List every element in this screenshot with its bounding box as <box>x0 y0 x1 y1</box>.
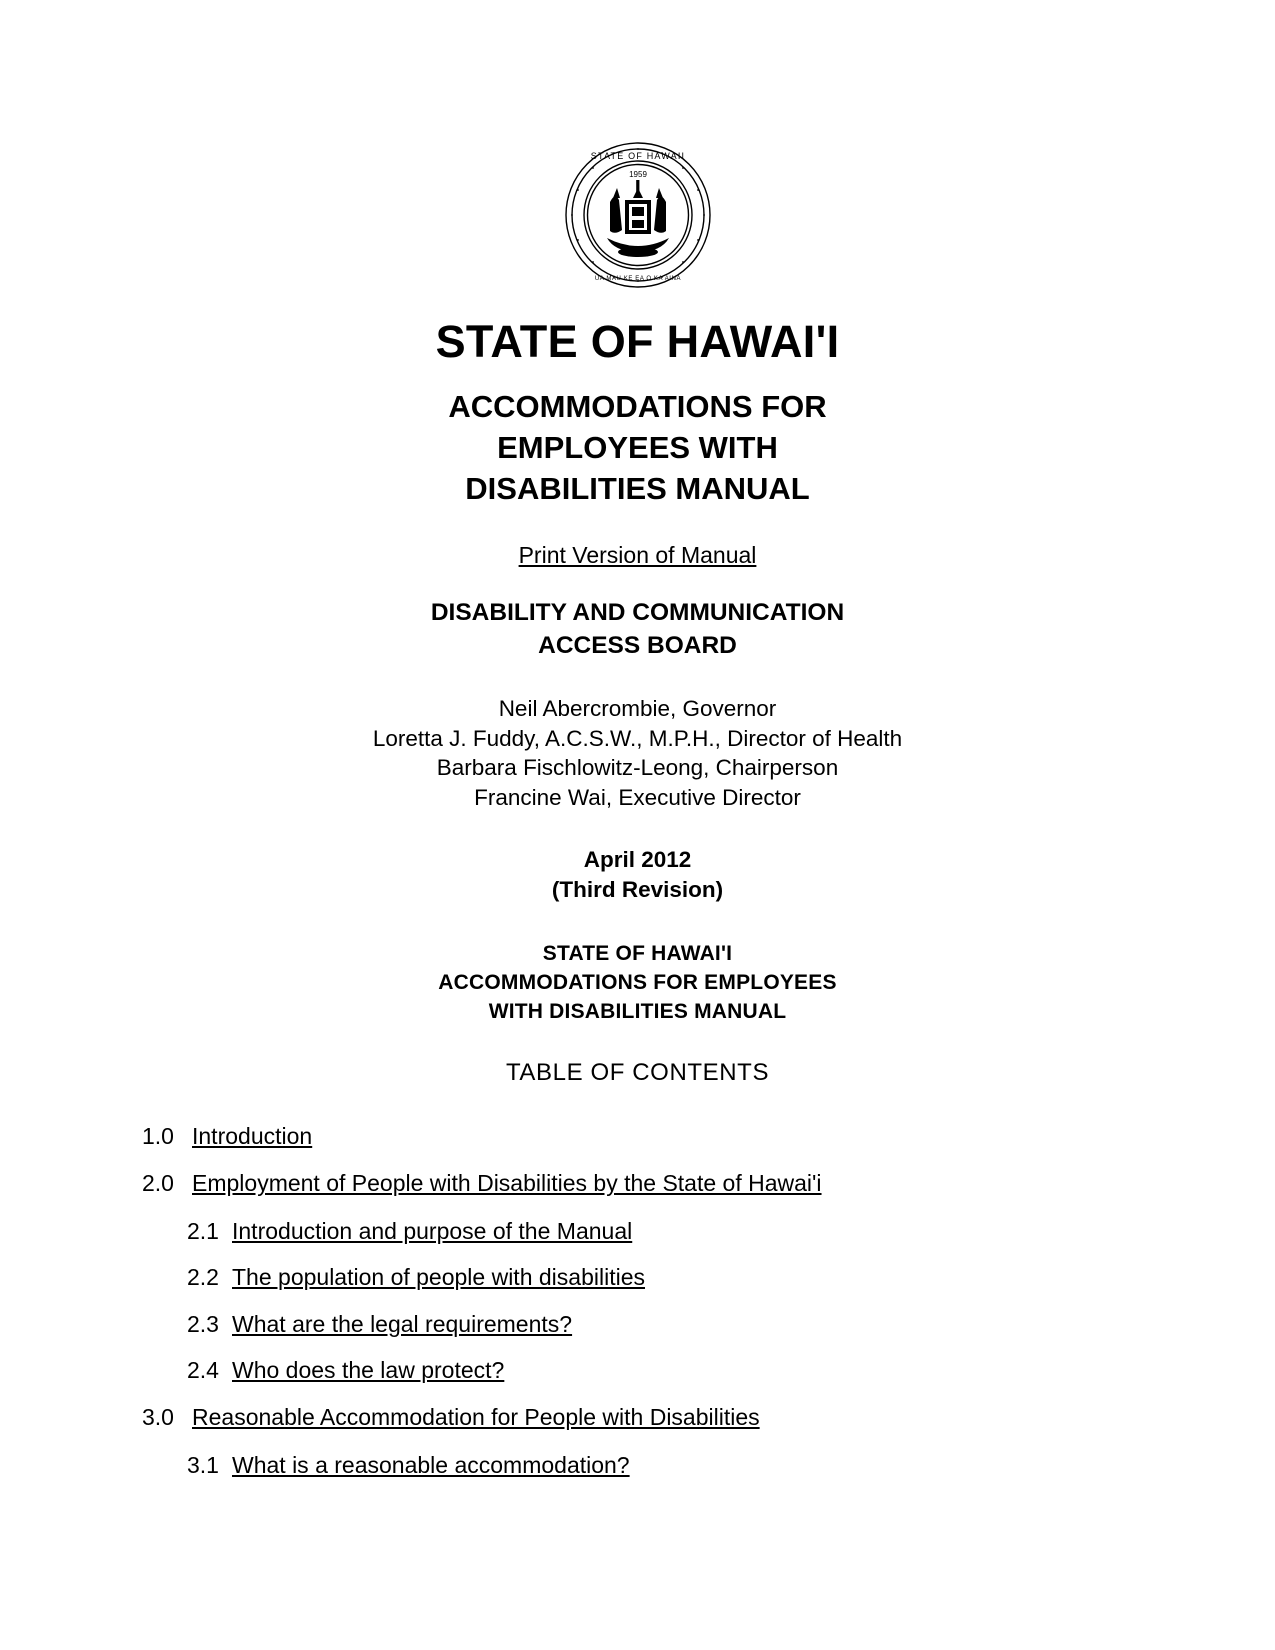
manual-title-line: WITH DISABILITIES MANUAL <box>488 999 787 1023</box>
manual-title-line: STATE OF HAWAI'I <box>542 941 733 965</box>
table-of-contents: 1.0 Introduction 2.0 Employment of Peopl… <box>0 1123 1275 1480</box>
officials-list: Neil Abercrombie, Governor Loretta J. Fu… <box>0 694 1275 813</box>
board-line: DISABILITY AND COMMUNICATION <box>430 598 845 626</box>
toc-number: 2.4 <box>187 1357 219 1384</box>
official-governor: Neil Abercrombie, Governor <box>498 696 777 722</box>
print-version-link[interactable]: Print Version of Manual <box>519 542 757 568</box>
toc-number: 2.0 <box>142 1170 174 1197</box>
subtitle-line: ACCOMMODATIONS FOR <box>448 389 827 425</box>
subtitle-line: DISABILITIES MANUAL <box>465 471 810 507</box>
toc-entry[interactable]: 1.0 Introduction <box>142 1123 1215 1151</box>
seal-container: STATE OF HAWAII 1959 UA MAU KE EA O KA A… <box>0 0 1275 290</box>
print-version-container: Print Version of Manual <box>0 542 1275 569</box>
official-executive-director: Francine Wai, Executive Director <box>474 785 801 811</box>
page-title: STATE OF HAWAI'I <box>435 316 840 367</box>
toc-link[interactable]: Introduction and purpose of the Manual <box>232 1218 632 1246</box>
toc-link[interactable]: Who does the law protect? <box>232 1357 504 1385</box>
toc-entry[interactable]: 2.2 The population of people with disabi… <box>142 1264 1215 1292</box>
document-page: STATE OF HAWAII 1959 UA MAU KE EA O KA A… <box>0 0 1275 1650</box>
toc-link[interactable]: What is a reasonable accommodation? <box>232 1452 630 1480</box>
toc-number: 1.0 <box>142 1122 174 1149</box>
date-line: April 2012 <box>583 846 692 872</box>
toc-link[interactable]: Reasonable Accommodation for People with… <box>192 1404 760 1432</box>
toc-number: 2.1 <box>187 1217 219 1244</box>
svg-text:STATE OF HAWAII: STATE OF HAWAII <box>590 151 685 161</box>
official-chairperson: Barbara Fischlowitz-Leong, Chairperson <box>436 755 839 781</box>
svg-text:1959: 1959 <box>629 170 647 179</box>
official-director-of-health: Loretta J. Fuddy, A.C.S.W., M.P.H., Dire… <box>372 725 903 751</box>
toc-number: 2.3 <box>187 1310 219 1337</box>
board-line: ACCESS BOARD <box>538 632 737 660</box>
toc-number: 3.1 <box>187 1451 219 1478</box>
board-name: DISABILITY AND COMMUNICATION ACCESS BOAR… <box>0 596 1275 662</box>
toc-link[interactable]: Introduction <box>192 1123 312 1151</box>
toc-link[interactable]: What are the legal requirements? <box>232 1311 572 1339</box>
toc-number: 2.2 <box>187 1264 219 1291</box>
toc-entry[interactable]: 3.0 Reasonable Accommodation for People … <box>142 1404 1215 1432</box>
toc-entry[interactable]: 2.0 Employment of People with Disabiliti… <box>142 1170 1215 1198</box>
publication-date: April 2012 (Third Revision) <box>0 845 1275 906</box>
revision-line: (Third Revision) <box>551 877 724 903</box>
toc-entry[interactable]: 2.4 Who does the law protect? <box>142 1357 1215 1385</box>
subtitle-line: EMPLOYEES WITH <box>497 430 778 466</box>
toc-entry[interactable]: 3.1 What is a reasonable accommodation? <box>142 1452 1215 1480</box>
manual-title-line: ACCOMMODATIONS FOR EMPLOYEES <box>438 970 837 994</box>
toc-entry[interactable]: 2.3 What are the legal requirements? <box>142 1311 1215 1339</box>
toc-entry[interactable]: 2.1 Introduction and purpose of the Manu… <box>142 1218 1215 1246</box>
toc-number: 3.0 <box>142 1404 174 1431</box>
toc-link[interactable]: Employment of People with Disabilities b… <box>192 1170 822 1198</box>
table-of-contents-heading: TABLE OF CONTENTS <box>505 1058 770 1086</box>
document-subtitle: ACCOMMODATIONS FOR EMPLOYEES WITH DISABI… <box>0 387 1275 510</box>
toc-link[interactable]: The population of people with disabiliti… <box>232 1264 645 1292</box>
manual-title-repeat: STATE OF HAWAI'I ACCOMMODATIONS FOR EMPL… <box>0 940 1275 1027</box>
state-of-hawaii-seal-icon: STATE OF HAWAII 1959 UA MAU KE EA O KA A… <box>563 140 713 290</box>
